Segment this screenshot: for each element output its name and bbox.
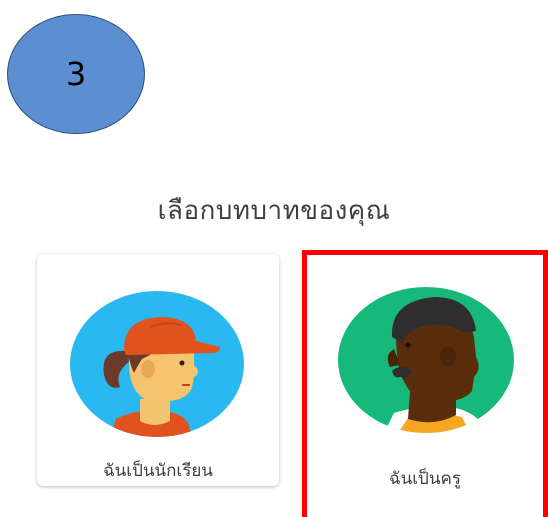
student-avatar-icon	[70, 291, 244, 437]
role-label-teacher: ฉันเป็นครู	[389, 469, 461, 489]
step-number-badge: 3	[7, 14, 145, 134]
role-selection-page: 3 เลือกบทบาทของคุณ ฉันเป็นนักเรียน ฉันเป…	[0, 0, 548, 517]
role-card-teacher[interactable]: ฉันเป็นครู	[302, 250, 548, 517]
teacher-avatar-icon	[338, 287, 514, 433]
step-number: 3	[65, 55, 87, 93]
page-title: เลือกบทบาทของคุณ	[157, 196, 391, 226]
role-label-student: ฉันเป็นนักเรียน	[103, 461, 213, 481]
role-card-student[interactable]: ฉันเป็นนักเรียน	[37, 254, 279, 486]
